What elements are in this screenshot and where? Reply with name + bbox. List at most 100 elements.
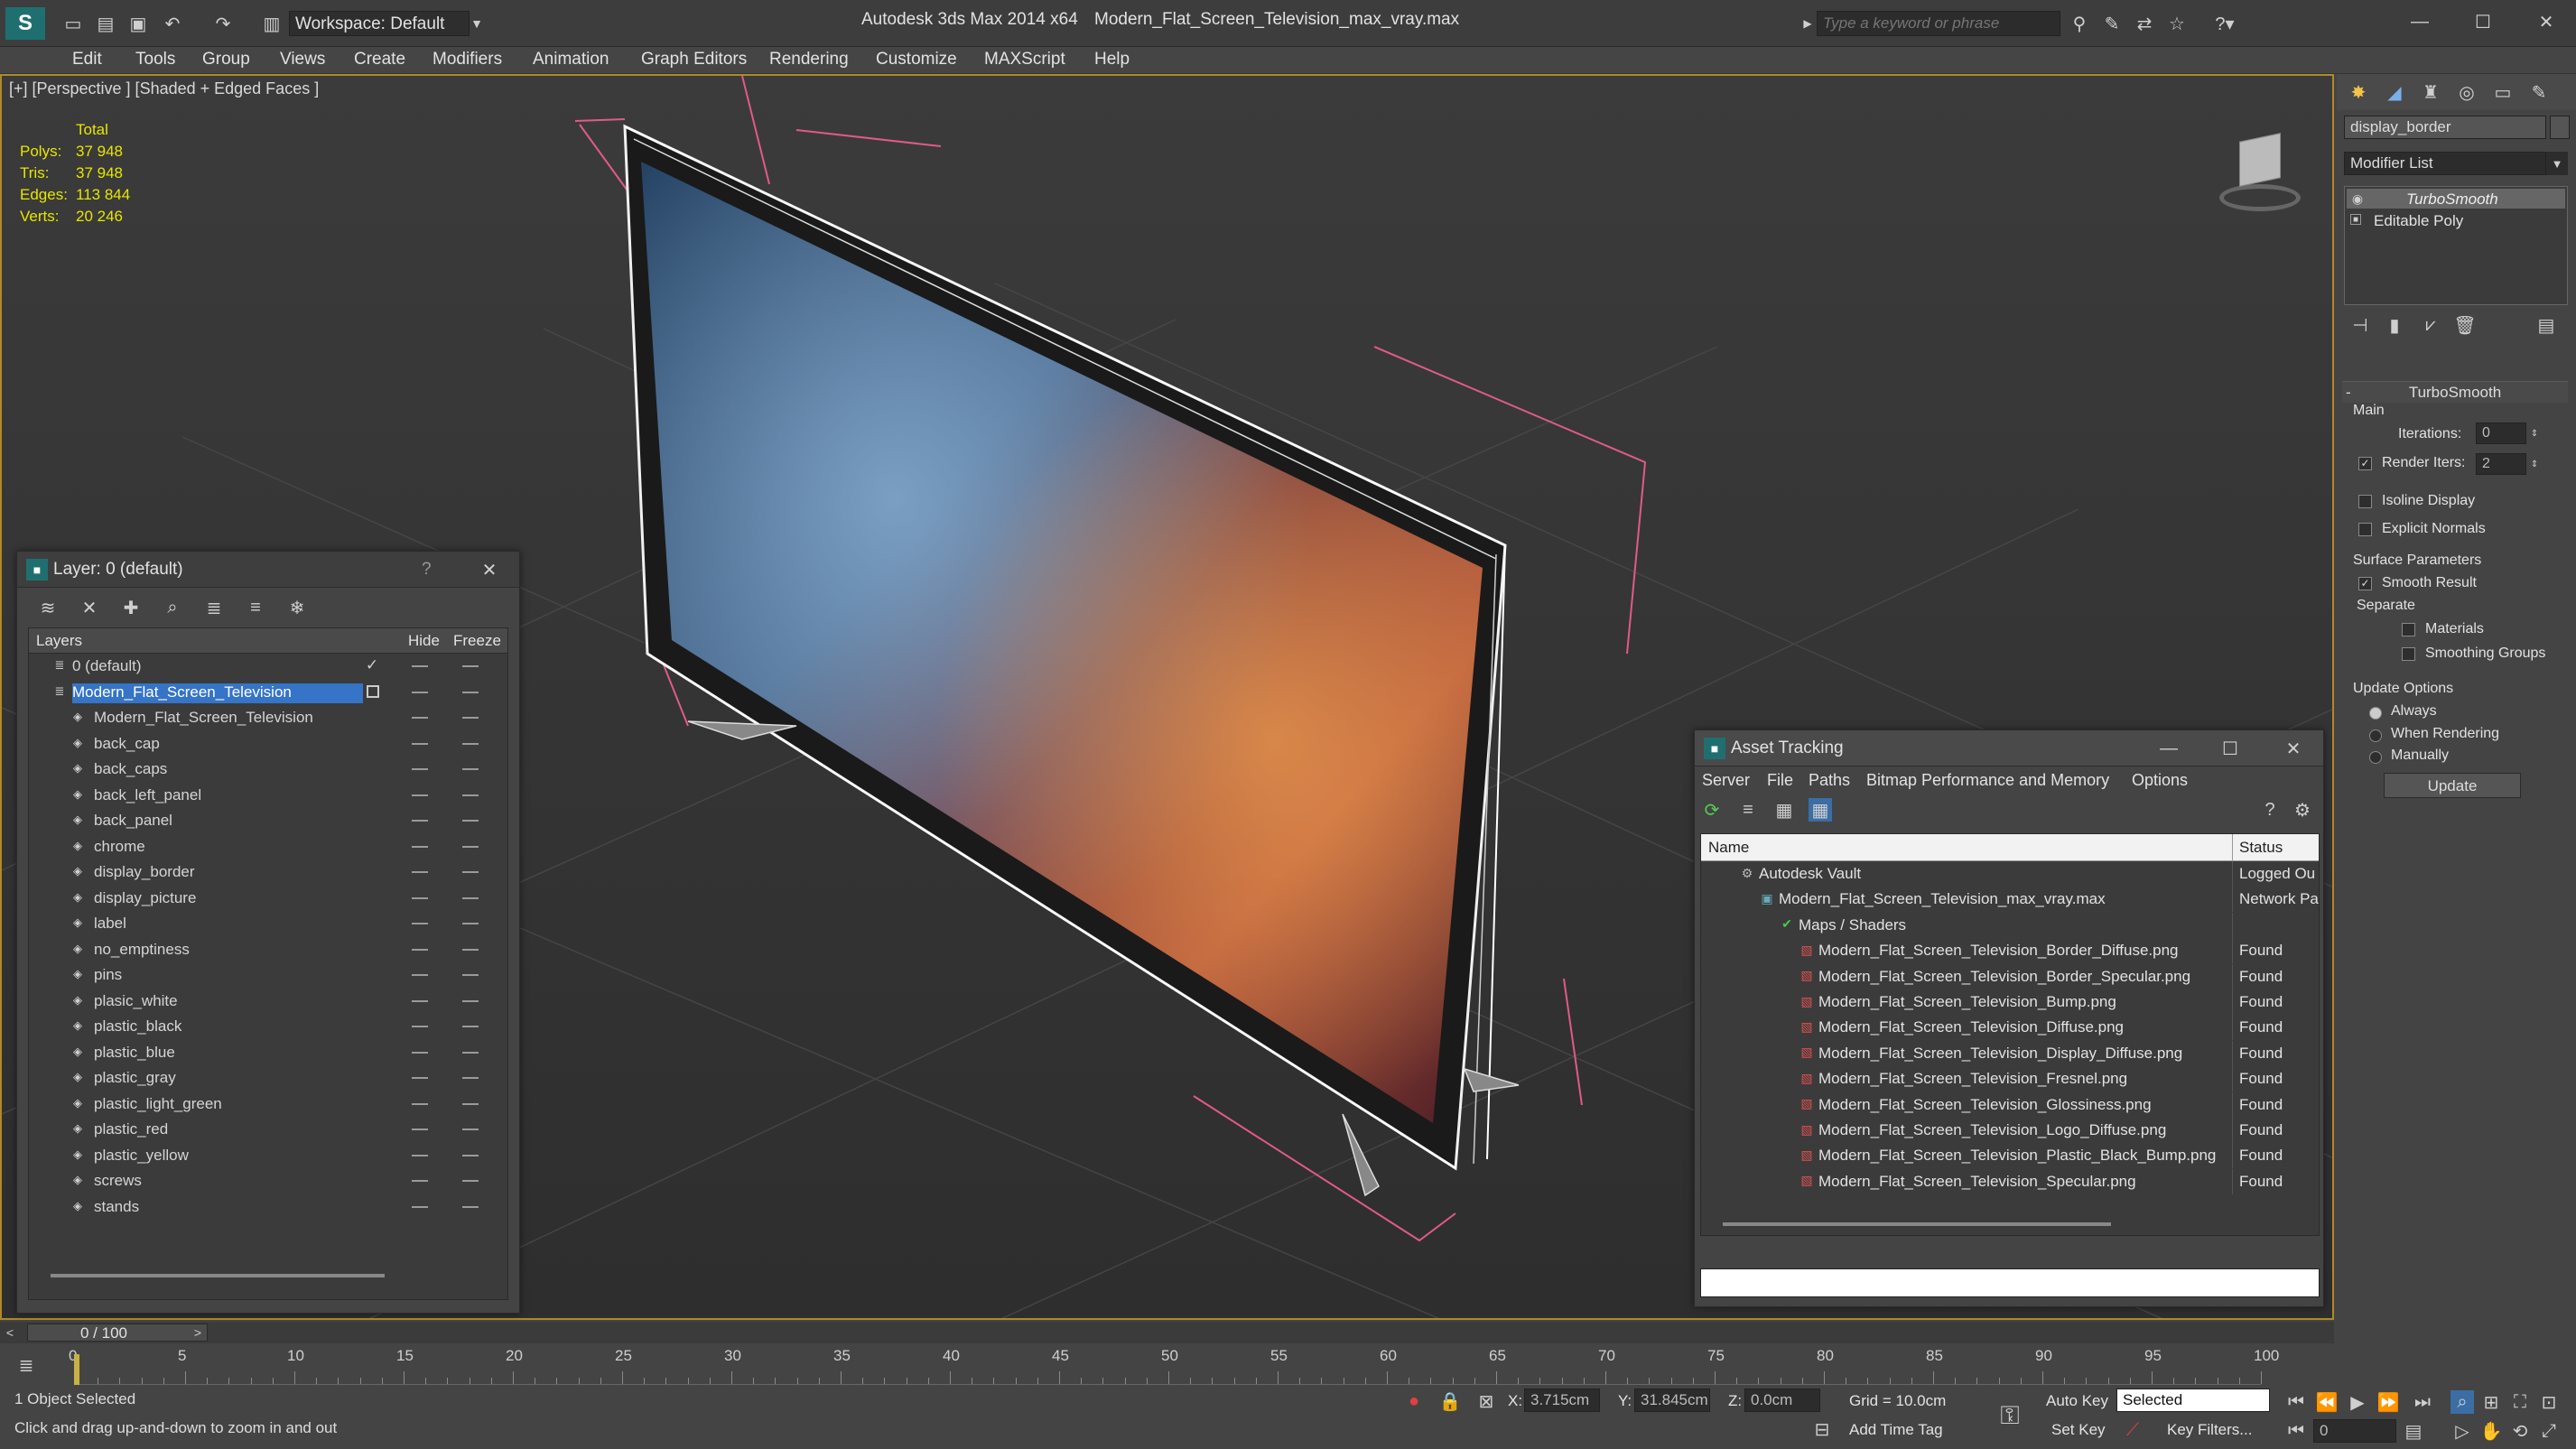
smooth-result-checkbox[interactable]: ✓ <box>2358 577 2372 590</box>
freeze-toggle[interactable] <box>462 923 479 924</box>
absolute-mode-icon[interactable]: ⊠ <box>1475 1390 1497 1412</box>
layer-row[interactable]: ◈ display_border <box>29 859 507 885</box>
binoculars-icon[interactable]: ⚲ <box>2068 13 2091 34</box>
menu-animation[interactable]: Animation <box>533 50 609 70</box>
layer-row[interactable]: ◈ plastic_light_green <box>29 1091 507 1117</box>
set-key-button[interactable]: Set Key <box>2051 1421 2106 1439</box>
asset-status-header[interactable]: Status <box>2239 839 2283 857</box>
freeze-toggle[interactable] <box>462 1129 479 1130</box>
layer-row[interactable]: ◈ no_emptiness <box>29 937 507 962</box>
maximize-viewport-icon[interactable]: ⤢ <box>2537 1419 2561 1443</box>
layer-row[interactable]: ◈ stands <box>29 1194 507 1220</box>
viewport-label[interactable]: [+] [Perspective ] [Shaded + Edged Faces… <box>9 79 319 98</box>
layer-help-button[interactable]: ? <box>422 560 432 580</box>
help-icon[interactable]: ?▾ <box>2207 13 2243 34</box>
modifier-list-dropdown[interactable]: Modifier List <box>2344 152 2546 175</box>
go-to-end-icon[interactable]: ⏭ <box>2411 1390 2434 1414</box>
zoom-extents-icon[interactable]: ⛶ <box>2508 1390 2532 1414</box>
workspace-chevron-icon[interactable]: ▼ <box>468 13 486 34</box>
hide-toggle[interactable] <box>412 999 428 1002</box>
hide-toggle[interactable] <box>412 1051 428 1054</box>
asset-menu-file[interactable]: File <box>1767 771 1793 790</box>
remove-modifier-icon[interactable]: 🗑 <box>2452 312 2478 338</box>
x-coordinate-field[interactable]: 3.715cm <box>1524 1389 1600 1412</box>
materials-checkbox[interactable] <box>2402 623 2415 636</box>
asset-minimize-icon[interactable]: — <box>2157 738 2181 759</box>
set-active-box-icon[interactable] <box>367 684 379 698</box>
freeze-toggle[interactable] <box>462 717 479 719</box>
layer-manager-titlebar[interactable]: ■ Layer: 0 (default) ? ✕ <box>17 552 519 588</box>
refresh-icon[interactable]: ⟳ <box>1700 798 1724 822</box>
communication-icon[interactable]: ✎ <box>2100 13 2124 34</box>
layer-close-icon[interactable]: ✕ <box>478 559 501 581</box>
menu-modifiers[interactable]: Modifiers <box>432 50 502 70</box>
explicit-normals-checkbox[interactable] <box>2358 523 2372 536</box>
menu-tools[interactable]: Tools <box>135 50 175 70</box>
freeze-toggle[interactable] <box>462 1180 479 1182</box>
freeze-toggle[interactable] <box>462 820 479 822</box>
asset-menu-bitmap[interactable]: Bitmap Performance and Memory <box>1866 771 2109 790</box>
layer-row[interactable]: ◈ plastic_red <box>29 1117 507 1142</box>
asset-menu-server[interactable]: Server <box>1702 771 1750 790</box>
search-arrow-icon[interactable]: ▶ <box>1800 13 1815 34</box>
render-iters-checkbox[interactable]: ✓ <box>2358 457 2372 470</box>
hide-toggle[interactable] <box>412 717 428 719</box>
key-mode-icon[interactable]: ⏮ <box>2284 1419 2308 1443</box>
asset-row[interactable]: ▧ Modern_Flat_Screen_Television_Plastic_B… <box>1701 1143 2319 1169</box>
layers-column-header[interactable]: Layers <box>36 632 82 650</box>
iterations-spinner-arrows-icon[interactable]: ⇕ <box>2528 423 2541 444</box>
layer-row[interactable]: ◈ plastic_gray <box>29 1065 507 1091</box>
minimize-icon[interactable]: — <box>2402 7 2438 36</box>
asset-row[interactable]: ▧ Modern_Flat_Screen_Television_Glossines… <box>1701 1091 2319 1118</box>
time-slider[interactable]: < 0 / 100 > <box>0 1322 2334 1343</box>
slider-prev-icon[interactable]: < <box>2 1324 18 1342</box>
asset-name-header[interactable]: Name <box>1708 839 1749 857</box>
asset-row[interactable]: ▣ Modern_Flat_Screen_Television_max_vray.… <box>1701 887 2319 913</box>
freeze-toggle[interactable] <box>462 1102 479 1105</box>
asset-row[interactable]: ⚙ Autodesk Vault Logged Ou <box>1701 861 2319 887</box>
play-icon[interactable]: ▶ <box>2346 1390 2369 1414</box>
asset-row[interactable]: ✔ Maps / Shaders <box>1701 912 2319 938</box>
layer-row[interactable]: ◈ plasic_white <box>29 989 507 1014</box>
asset-menu-options[interactable]: Options <box>2132 771 2188 790</box>
freeze-all-icon[interactable]: ❄ <box>284 595 310 620</box>
hide-toggle[interactable] <box>412 845 428 848</box>
menu-customize[interactable]: Customize <box>876 50 957 70</box>
pan-view-icon[interactable]: ✋ <box>2479 1419 2503 1443</box>
add-time-tag-label[interactable]: Add Time Tag <box>1849 1421 1943 1439</box>
object-name-field[interactable]: display_border <box>2344 116 2546 139</box>
show-end-result-icon[interactable]: ▮ <box>2382 312 2407 338</box>
zoom-all-icon[interactable]: ⊞ <box>2479 1390 2503 1414</box>
layer-row[interactable]: ◈ label <box>29 911 507 936</box>
turbosmooth-rollout-header[interactable]: - TurboSmooth <box>2342 381 2568 403</box>
highlight-layer-icon[interactable]: ≣ <box>201 595 227 620</box>
freeze-toggle[interactable] <box>462 768 479 770</box>
create-tab-icon[interactable]: ✸ <box>2346 79 2371 105</box>
undo-icon[interactable]: ↶ <box>161 13 184 34</box>
hide-all-icon[interactable]: ≡ <box>243 595 268 620</box>
asset-help-icon[interactable]: ? <box>2258 798 2282 822</box>
make-unique-icon[interactable]: ⩗ <box>2418 312 2443 338</box>
freeze-toggle[interactable] <box>462 974 479 976</box>
asset-row[interactable]: ▧ Modern_Flat_Screen_Television_Border_Di… <box>1701 938 2319 964</box>
stack-item-editable-poly[interactable]: ■ Editable Poly <box>2347 210 2565 230</box>
pin-icon[interactable]: ● <box>1403 1390 1425 1412</box>
selection-set-dropdown[interactable]: Selected <box>2116 1389 2270 1412</box>
maximize-icon[interactable]: ☐ <box>2465 7 2501 36</box>
pin-stack-icon[interactable]: ⊣ <box>2348 312 2373 338</box>
layer-row[interactable]: ◈ plastic_blue <box>29 1040 507 1065</box>
auto-key-button[interactable]: Auto Key <box>2046 1392 2108 1410</box>
viewcube[interactable] <box>2205 121 2304 220</box>
expand-icon[interactable]: ■ <box>2350 214 2361 225</box>
asset-menu-paths[interactable]: Paths <box>1809 771 1850 790</box>
asset-hscrollbar[interactable] <box>1723 1222 2111 1226</box>
asset-options-icon[interactable]: ⚙ <box>2291 798 2314 822</box>
layer-row[interactable]: ◈ pins <box>29 962 507 988</box>
freeze-toggle[interactable] <box>462 665 479 667</box>
orbit-icon[interactable]: ⟲ <box>2508 1419 2532 1443</box>
layer-row[interactable]: ◈ plastic_black <box>29 1014 507 1039</box>
search-input[interactable] <box>1817 11 2060 36</box>
key-filter-icon[interactable]: ⟋ <box>2122 1419 2144 1441</box>
asset-close-icon[interactable]: ✕ <box>2282 738 2305 759</box>
hide-toggle[interactable] <box>412 1129 428 1130</box>
